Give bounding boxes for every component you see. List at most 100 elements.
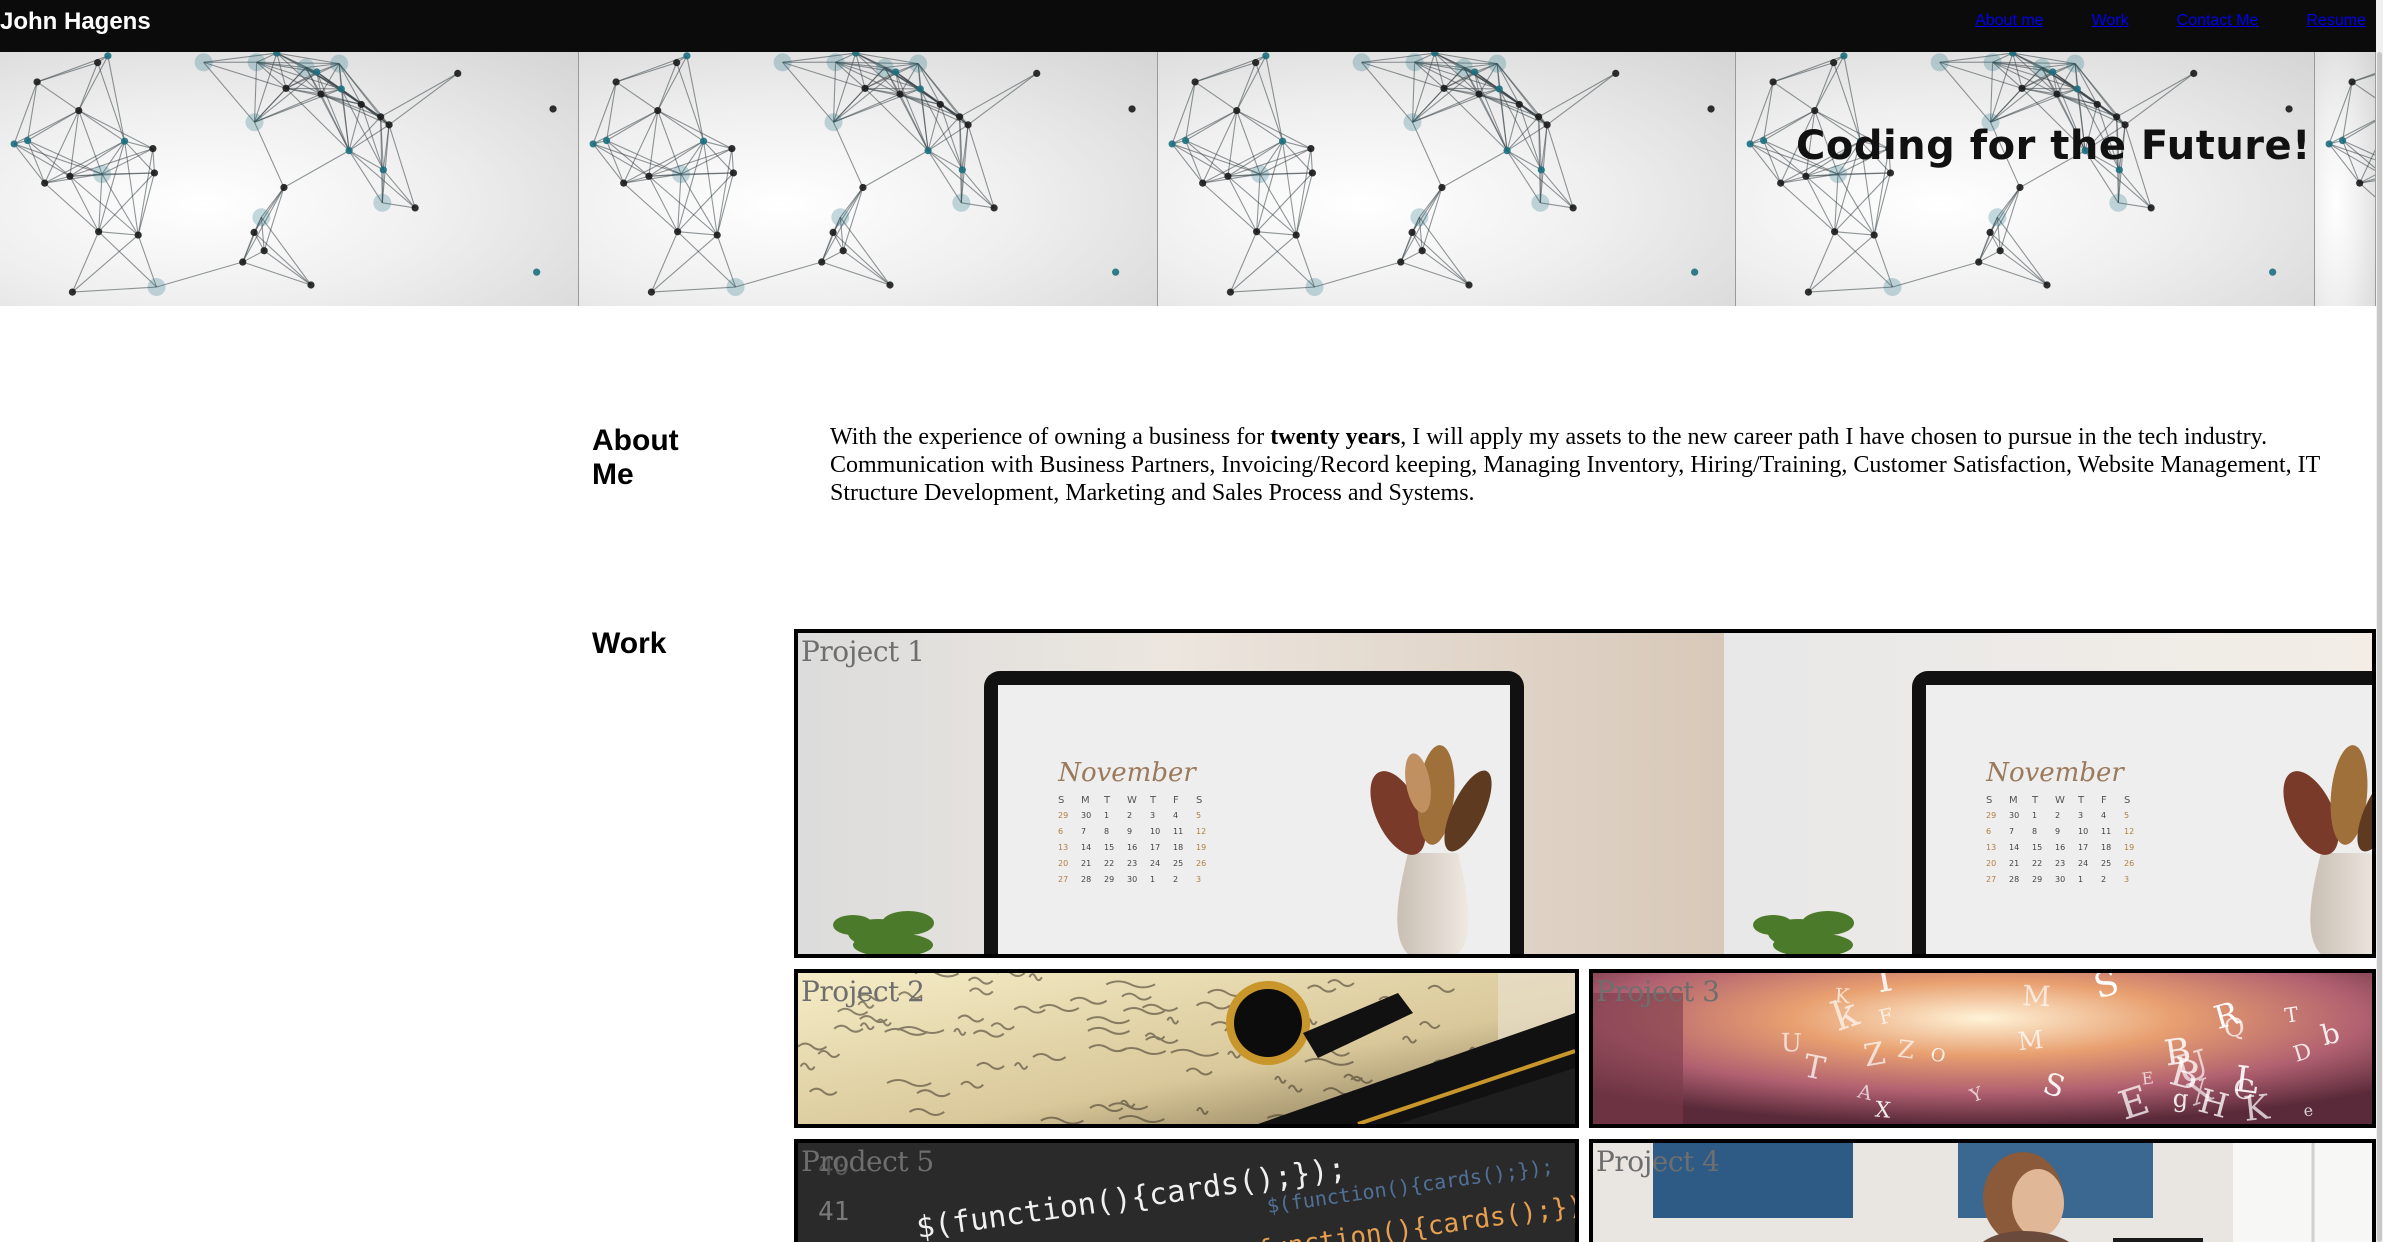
calendar-day: 18 bbox=[2101, 843, 2111, 852]
calendar-day: 2 bbox=[1173, 875, 1178, 884]
calendar-day: 7 bbox=[2009, 827, 2014, 836]
calendar-month-title: November bbox=[1057, 758, 1197, 788]
calendar-month-title: November bbox=[1985, 758, 2125, 788]
calendar-weekday: T bbox=[1103, 795, 1111, 806]
calendar-day: 22 bbox=[1104, 859, 1114, 868]
calendar-day: 25 bbox=[2101, 859, 2111, 868]
calendar-day: 20 bbox=[1986, 859, 1996, 868]
calendar-day: 26 bbox=[1196, 859, 1206, 868]
calendar-day: 24 bbox=[1150, 859, 1160, 868]
work-heading: Work bbox=[592, 627, 667, 660]
network-lines bbox=[10, 52, 557, 297]
about-text-start: With the experience of owning a business… bbox=[830, 424, 1271, 450]
calendar-day: 1 bbox=[2078, 875, 2083, 884]
calendar-day: 16 bbox=[2055, 843, 2065, 852]
network-lines bbox=[1746, 52, 2293, 297]
nav-link-resume[interactable]: Resume bbox=[2306, 12, 2366, 29]
project-card-3[interactable]: Project 3 UTXYXkZMBESTQeKBLSMFZKObDTgHUE… bbox=[1589, 969, 2376, 1128]
top-navigation-bar: John Hagens About me Work Contact Me Res… bbox=[0, 0, 2376, 52]
hero-banner bbox=[0, 52, 2376, 306]
hero-title: Coding for the Future! bbox=[1796, 123, 2311, 169]
calendar-day: 6 bbox=[1986, 827, 1991, 836]
calendar-weekday: S bbox=[2124, 795, 2130, 806]
vertical-scrollbar[interactable] bbox=[2376, 0, 2383, 1242]
calendar-day: 17 bbox=[1150, 843, 1160, 852]
calendar-day: 11 bbox=[1173, 827, 1183, 836]
calendar-day: 10 bbox=[1150, 827, 1160, 836]
calendar-day: 24 bbox=[2078, 859, 2088, 868]
calendar-weekday: F bbox=[2101, 795, 2107, 806]
main-nav: About me Work Contact Me Resume bbox=[1931, 12, 2366, 30]
project-card-2[interactable]: Project 2 bbox=[794, 969, 1579, 1128]
network-pattern-tile bbox=[578, 52, 1158, 306]
calendar-day: 10 bbox=[2078, 827, 2088, 836]
calendar-weekday: S bbox=[1196, 795, 1202, 806]
calendar-day: 3 bbox=[1196, 875, 1201, 884]
calendar-day: 8 bbox=[2032, 827, 2037, 836]
calendar-weekday: S bbox=[1986, 795, 1992, 806]
calendar-day: 26 bbox=[2124, 859, 2134, 868]
calendar-day: 29 bbox=[1986, 811, 1996, 820]
calendar-day: 7 bbox=[1081, 827, 1086, 836]
calendar-day: 5 bbox=[1196, 811, 1201, 820]
calendar-day: 28 bbox=[1081, 875, 1091, 884]
calendar-day: 12 bbox=[2124, 827, 2134, 836]
calendar-weekday: T bbox=[2077, 795, 2085, 806]
laptop-calendar-image: November SMTWTFS 29 30 1 2 3 4 56 7 8 9 10 11 1213 14… bbox=[798, 633, 2372, 954]
calendar-weekday: M bbox=[1081, 795, 1090, 806]
calendar-weekday: M bbox=[2009, 795, 2018, 806]
nav-link-about-me[interactable]: About me bbox=[1975, 12, 2043, 29]
calendar-day: 4 bbox=[1173, 811, 1178, 820]
scrollbar-thumb[interactable] bbox=[2377, 52, 2382, 1242]
calendar-day: 30 bbox=[2009, 811, 2019, 820]
site-brand[interactable]: John Hagens bbox=[0, 8, 151, 36]
calendar-day: 16 bbox=[1127, 843, 1137, 852]
project-label: Project 1 bbox=[801, 635, 925, 668]
project-card-5[interactable]: Prodect 5 40 41 $(function(){cards();});… bbox=[794, 1139, 1579, 1242]
calendar-weekday: T bbox=[2031, 795, 2039, 806]
floating-letter: U bbox=[1781, 1028, 1803, 1057]
calendar-day: 12 bbox=[1196, 827, 1206, 836]
network-pattern-tile bbox=[1736, 52, 2316, 306]
calendar-day: 3 bbox=[2124, 875, 2129, 884]
calendar-day: 3 bbox=[1150, 811, 1155, 820]
calendar-day: 20 bbox=[1058, 859, 1068, 868]
calendar-day: 6 bbox=[1058, 827, 1063, 836]
project-card-1[interactable]: Project 1 November S M T W T F S 29 30 1… bbox=[794, 629, 2376, 958]
calendar-day: 28 bbox=[2009, 875, 2019, 884]
calendar-day: 15 bbox=[2032, 843, 2042, 852]
calendar-day: 29 bbox=[1104, 875, 1114, 884]
page: John Hagens About me Work Contact Me Res… bbox=[0, 0, 2383, 1242]
calendar-weekday: T bbox=[1149, 795, 1157, 806]
project-label: Prodect 5 bbox=[801, 1145, 934, 1178]
calendar-day: 19 bbox=[1196, 843, 1206, 852]
about-text-emphasis: twenty years bbox=[1270, 424, 1401, 450]
calendar-day: 17 bbox=[2078, 843, 2088, 852]
calendar-day: 27 bbox=[1058, 875, 1068, 884]
floating-letter: M bbox=[2021, 979, 2051, 1013]
floating-letter: C bbox=[2231, 1073, 2256, 1106]
calendar-day: 14 bbox=[1081, 843, 1091, 852]
nav-link-contact-me[interactable]: Contact Me bbox=[2177, 12, 2259, 29]
calendar-weekday: F bbox=[1173, 795, 1179, 806]
floating-letter: K bbox=[1834, 984, 1851, 1008]
calendar-day: 14 bbox=[2009, 843, 2019, 852]
calendar-day: 9 bbox=[1127, 827, 1132, 836]
floating-letter: X bbox=[1874, 1097, 1892, 1123]
nav-link-work[interactable]: Work bbox=[2092, 12, 2129, 29]
project-card-4[interactable]: Project 4 bbox=[1589, 1139, 2376, 1242]
calendar-day: 1 bbox=[1104, 811, 1109, 820]
project-label: Project 2 bbox=[801, 975, 925, 1008]
calendar-day: 25 bbox=[1173, 859, 1183, 868]
about-heading: About Me bbox=[592, 424, 679, 491]
project-label: Project 3 bbox=[1596, 975, 1720, 1008]
calendar-day: 21 bbox=[2009, 859, 2019, 868]
code-line-number: 41 bbox=[818, 1197, 849, 1227]
network-lines bbox=[2325, 72, 2376, 198]
calendar-day: 22 bbox=[2032, 859, 2042, 868]
calendar-day: 1 bbox=[1150, 875, 1155, 884]
calendar-day: 27 bbox=[1986, 875, 1996, 884]
calendar-day: 1 bbox=[2032, 811, 2037, 820]
calendar-weekday: W bbox=[2055, 795, 2065, 806]
calendar-day: 13 bbox=[1986, 843, 1996, 852]
